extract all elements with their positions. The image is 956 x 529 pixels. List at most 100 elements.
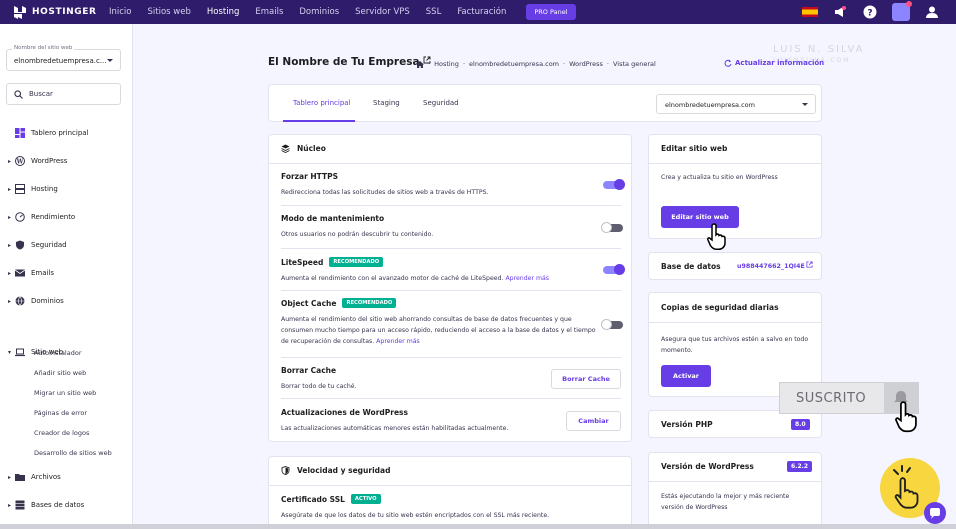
php-label: Versión PHP <box>661 420 713 429</box>
megaphone-icon[interactable] <box>832 4 848 20</box>
chat-button[interactable] <box>924 502 946 524</box>
status-strip <box>0 524 956 529</box>
tab-seguridad[interactable]: Seguridad <box>423 99 459 107</box>
tabs-card: Tablero principal Staging Seguridad elno… <box>268 84 822 122</box>
nav-emails[interactable]: Emails <box>255 7 283 17</box>
page-header: El Nombre de Tu Empresa <box>268 56 431 68</box>
subscribed-label: SUSCRITO <box>796 390 867 406</box>
sidebar-sub-creador-logos[interactable]: Creador de logos <box>34 429 89 437</box>
sidebar-item-label: Tablero principal <box>31 129 89 137</box>
nav-facturacion[interactable]: Facturación <box>457 7 506 17</box>
chevron-down-icon <box>107 59 113 62</box>
nav-servidor-vps[interactable]: Servidor VPS <box>355 7 410 17</box>
tab-staging[interactable]: Staging <box>373 99 400 107</box>
database-card: Base de datos u988447662_1QI4E <box>648 252 822 280</box>
chevron-down-icon <box>802 103 808 106</box>
spain-flag-icon[interactable] <box>802 7 818 17</box>
wordpress-icon: W <box>15 156 25 166</box>
breadcrumb-current: Vista general <box>612 60 656 68</box>
https-toggle[interactable] <box>603 179 625 190</box>
database-icon <box>15 500 25 510</box>
security-card-title: Velocidad y seguridad <box>281 466 390 475</box>
row-title: LiteSpeed <box>281 257 324 267</box>
object-cache-toggle[interactable] <box>601 319 623 330</box>
row-desc: Aumenta el rendimiento del sitio web aho… <box>281 316 596 345</box>
brand-logo[interactable]: HOSTINGER <box>14 5 109 19</box>
tab-tablero-principal[interactable]: Tablero principal <box>293 99 351 107</box>
sidebar-item-dominios[interactable]: ▸ Dominios <box>8 294 64 308</box>
home-icon[interactable] <box>416 60 424 68</box>
sidebar-item-tablero[interactable]: Tablero principal <box>8 126 89 140</box>
row-title: Object Cache <box>281 298 337 308</box>
site-selector-value: elnombredetuempresa.c... <box>14 57 107 65</box>
sidebar-item-seguridad[interactable]: ▸ Seguridad <box>8 238 67 252</box>
learn-more-link[interactable]: Aprender más <box>376 338 420 345</box>
chevron-right-icon: ▸ <box>8 241 12 249</box>
nav-inicio[interactable]: Inicio <box>109 7 132 17</box>
maintenance-toggle[interactable] <box>601 222 623 233</box>
search-icon <box>14 89 23 99</box>
nav-sitios-web[interactable]: Sitios web <box>148 7 191 17</box>
sidebar-item-wordpress[interactable]: ▸ W WordPress <box>8 154 67 168</box>
row-litespeed: LiteSpeed RECOMENDADO Aumenta el rendimi… <box>281 257 621 284</box>
core-card: Núcleo Forzar HTTPS Redirecciona todas l… <box>268 134 632 442</box>
database-link[interactable]: u988447662_1QI4E <box>737 263 805 270</box>
active-tab-indicator <box>283 120 355 122</box>
chevron-right-icon: ▸ <box>8 157 12 165</box>
sidebar-item-label: Hosting <box>31 185 58 193</box>
sidebar-sub-desarrollo[interactable]: Desarrollo de sitios web <box>34 449 112 457</box>
breadcrumb-wordpress[interactable]: WordPress <box>569 60 603 68</box>
sidebar-item-label: Bases de datos <box>31 501 85 509</box>
external-link-icon[interactable] <box>806 261 813 268</box>
breadcrumb-domain[interactable]: elnombredetuempresa.com <box>469 60 559 68</box>
edit-site-title: Editar sitio web <box>661 144 728 153</box>
activate-backups-button[interactable]: Activar <box>661 365 711 387</box>
row-desc: Las actualizaciones automáticas menores … <box>281 425 509 432</box>
chevron-right-icon: ▸ <box>8 269 12 277</box>
row-desc: Aumenta el rendimiento con el avanzado m… <box>281 275 504 282</box>
watermark-text: LUIS N. SILVA <box>773 44 865 55</box>
core-card-title: Núcleo <box>281 144 326 153</box>
nav-ssl[interactable]: SSL <box>426 7 442 17</box>
layers-icon <box>281 144 290 153</box>
edit-site-desc: Crea y actualiza tu sitio en WordPress <box>661 174 778 181</box>
chevron-down-icon: ▾ <box>8 348 12 356</box>
litespeed-toggle[interactable] <box>603 264 625 275</box>
hostinger-logo-icon <box>14 5 26 19</box>
change-updates-button[interactable]: Cambiar <box>566 411 621 431</box>
user-icon[interactable] <box>924 4 940 20</box>
sidebar-item-archivos[interactable]: ▸ Archivos <box>8 470 61 484</box>
breadcrumb-hosting[interactable]: Hosting <box>434 60 459 68</box>
domain-select[interactable]: elnombredetuempresa.com <box>656 94 816 114</box>
sidebar-item-label: Emails <box>31 269 55 277</box>
row-mantenimiento: Modo de mantenimiento Otros usuarios no … <box>281 214 621 240</box>
sidebar-item-rendimiento[interactable]: ▸ Rendimiento <box>8 210 75 224</box>
pro-panel-button[interactable]: PRO Panel <box>526 4 576 20</box>
sidebar-item-emails[interactable]: ▸ Emails <box>8 266 54 280</box>
help-icon[interactable]: ? <box>862 4 878 20</box>
learn-more-link[interactable]: Aprender más <box>505 275 549 282</box>
sidebar-sub-migrar-sitio[interactable]: Migrar un sitio web <box>34 389 96 397</box>
row-title: Borrar Cache <box>281 366 337 375</box>
php-version-badge: 8.0 <box>791 419 810 430</box>
row-title: Forzar HTTPS <box>281 172 338 181</box>
laptop-icon <box>15 347 25 357</box>
clear-cache-button[interactable]: Borrar Cache <box>551 369 621 389</box>
nav-hosting[interactable]: Hosting <box>207 7 240 17</box>
sidebar-sub-autoinstalador[interactable]: Autoinstalador <box>34 349 82 357</box>
site-selector[interactable]: Nombre del sitio web elnombredetuempresa… <box>6 45 121 71</box>
search-input[interactable]: Buscar <box>6 83 121 105</box>
sidebar-sub-paginas-error[interactable]: Páginas de error <box>34 409 87 417</box>
sidebar-sub-anadir-sitio[interactable]: Añadir sitio web <box>34 369 86 377</box>
store-icon[interactable] <box>892 1 912 21</box>
core-title-text: Núcleo <box>297 144 326 153</box>
notification-dot <box>906 1 912 7</box>
sidebar: Nombre del sitio web elnombredetuempresa… <box>0 24 133 529</box>
sidebar-item-hosting[interactable]: ▸ Hosting <box>8 182 58 196</box>
shield-icon <box>281 466 290 475</box>
breadcrumb: · Hosting · elnombredetuempresa.com · Wo… <box>416 60 656 68</box>
nav-dominios[interactable]: Dominios <box>299 7 339 17</box>
php-card: Versión PHP 8.0 <box>648 410 822 438</box>
row-title: Modo de mantenimiento <box>281 214 385 223</box>
sidebar-item-bases-datos[interactable]: ▸ Bases de datos <box>8 498 84 512</box>
